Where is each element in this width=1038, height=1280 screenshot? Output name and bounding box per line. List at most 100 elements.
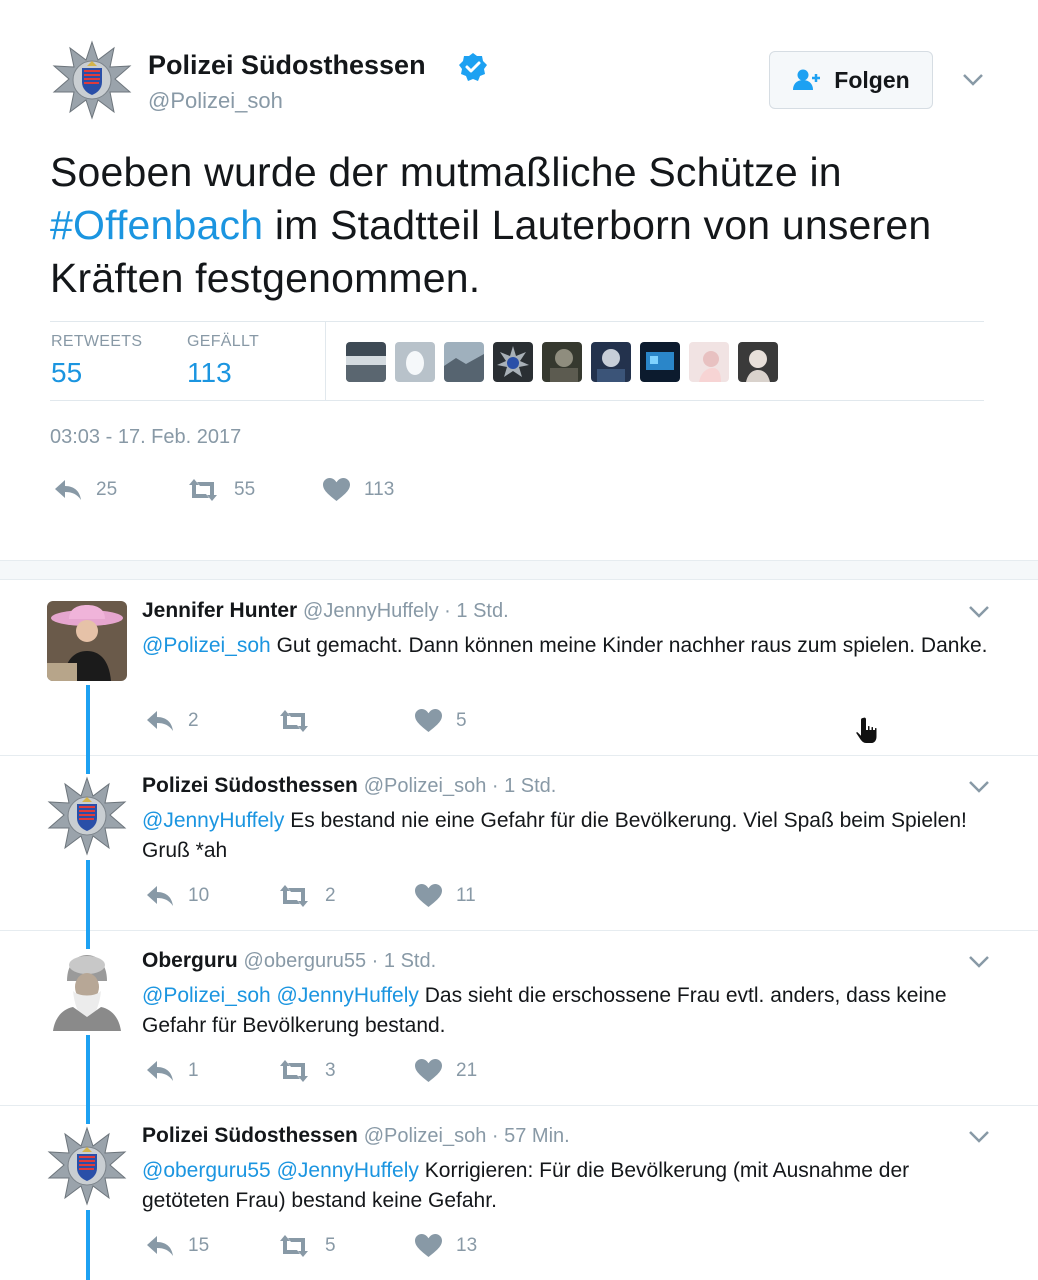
liker-avatar[interactable]: [738, 342, 778, 382]
reply-time[interactable]: 1 Std.: [504, 775, 556, 797]
retweet-count: 5: [325, 1235, 336, 1256]
mention-link[interactable]: @oberguru55 @JennyHuffely: [142, 1159, 419, 1182]
liker-avatar[interactable]: [542, 342, 582, 382]
retweets-count[interactable]: 55: [51, 357, 82, 389]
reply-tweet[interactable]: Oberguru @oberguru55 · 1 Std. @Polizei_s…: [0, 931, 1038, 1106]
reply-author-name[interactable]: Jennifer Hunter: [142, 599, 297, 622]
liker-avatar[interactable]: [493, 342, 533, 382]
follow-label: Folgen: [834, 66, 910, 93]
liker-avatar[interactable]: [346, 342, 386, 382]
reply-action[interactable]: 15: [146, 1234, 209, 1258]
like-count: 113: [364, 479, 395, 500]
reply-text: @JennyHuffely Es bestand nie eine Gefahr…: [142, 806, 1002, 866]
reply-author-avatar[interactable]: [47, 1126, 127, 1206]
thread-connector-line: [86, 860, 90, 931]
retweet-action[interactable]: 3: [277, 1059, 336, 1083]
like-action[interactable]: 113: [323, 478, 394, 502]
like-action[interactable]: 13: [415, 1234, 477, 1258]
mention-link[interactable]: @Polizei_soh @JennyHuffely: [142, 984, 419, 1007]
reply-author-name[interactable]: Polizei Südosthessen: [142, 774, 358, 797]
author-name[interactable]: Polizei Südosthessen: [148, 50, 426, 81]
likes-label: GEFÄLLT: [187, 333, 260, 350]
reply-tweet[interactable]: Polizei Südosthessen @Polizei_soh · 57 M…: [0, 1106, 1038, 1280]
reply-author-name[interactable]: Oberguru: [142, 949, 238, 972]
reply-action[interactable]: 2: [146, 709, 199, 733]
reply-time[interactable]: 1 Std.: [384, 950, 436, 972]
police-star-badge-icon: [47, 776, 127, 856]
reply-text: @Polizei_soh @JennyHuffely Das sieht die…: [142, 981, 1002, 1041]
meta-separator: ·: [486, 1125, 505, 1147]
tweet-timestamp[interactable]: 03:03 - 17. Feb. 2017: [50, 426, 241, 449]
heart-icon: [415, 884, 442, 907]
follow-button[interactable]: Folgen: [769, 51, 933, 109]
retweet-icon: [280, 1235, 308, 1257]
divider: [325, 322, 326, 400]
reply-menu-chevron-down-icon[interactable]: [968, 955, 990, 969]
retweets-label: RETWEETS: [51, 333, 143, 350]
reply-header: Oberguru @oberguru55 · 1 Std.: [142, 949, 436, 973]
retweet-icon: [280, 710, 308, 732]
reply-icon: [147, 886, 173, 906]
reply-count: 10: [188, 885, 210, 906]
like-count: 5: [456, 710, 467, 731]
reply-tweet[interactable]: Polizei Südosthessen @Polizei_soh · 1 St…: [0, 756, 1038, 931]
reply-action[interactable]: 25: [54, 478, 117, 502]
like-action[interactable]: 21: [415, 1059, 477, 1083]
likes-count[interactable]: 113: [187, 357, 232, 389]
reply-author-handle[interactable]: @Polizei_soh: [364, 775, 487, 797]
reply-author-handle[interactable]: @oberguru55: [244, 950, 367, 972]
reply-author-name[interactable]: Polizei Südosthessen: [142, 1124, 358, 1147]
reply-action[interactable]: 1: [146, 1059, 199, 1083]
author-avatar[interactable]: [52, 40, 132, 120]
reply-action[interactable]: 10: [146, 884, 209, 908]
reply-menu-chevron-down-icon[interactable]: [968, 605, 990, 619]
meta-separator: ·: [366, 950, 384, 972]
liker-avatar[interactable]: [591, 342, 631, 382]
reply-header: Polizei Südosthessen @Polizei_soh · 57 M…: [142, 1124, 570, 1148]
reply-header: Jennifer Hunter @JennyHuffely · 1 Std.: [142, 599, 509, 623]
liker-avatar[interactable]: [689, 342, 729, 382]
like-count: 21: [456, 1060, 478, 1081]
reply-author-handle[interactable]: @JennyHuffely: [303, 600, 439, 622]
reply-author-handle[interactable]: @Polizei_soh: [364, 1125, 487, 1147]
thread-connector-line: [86, 931, 90, 949]
reply-time[interactable]: 57 Min.: [504, 1125, 570, 1147]
tweet-menu-chevron-down-icon[interactable]: [962, 73, 984, 87]
retweet-icon: [280, 885, 308, 907]
like-count: 11: [456, 885, 476, 906]
heart-icon: [415, 1059, 442, 1082]
reply-count: 15: [188, 1235, 210, 1256]
like-count: 13: [456, 1235, 478, 1256]
reply-count: 1: [188, 1060, 199, 1081]
reply-menu-chevron-down-icon[interactable]: [968, 1130, 990, 1144]
reply-author-avatar[interactable]: [47, 951, 127, 1031]
reply-author-avatar[interactable]: [47, 776, 127, 856]
liker-avatar[interactable]: [395, 342, 435, 382]
author-handle[interactable]: @Polizei_soh: [148, 88, 283, 114]
reply-icon: [147, 711, 173, 731]
mention-link[interactable]: @Polizei_soh: [142, 634, 271, 657]
meta-separator: ·: [438, 600, 457, 622]
thread-connector-line: [86, 685, 90, 756]
reply-text: @Polizei_soh Gut gemacht. Dann können me…: [142, 631, 1002, 661]
like-action[interactable]: 11: [415, 884, 476, 908]
liker-avatar[interactable]: [444, 342, 484, 382]
reply-icon: [147, 1236, 173, 1256]
retweet-action[interactable]: 5: [277, 1234, 336, 1258]
like-action[interactable]: 5: [415, 709, 467, 733]
retweet-action[interactable]: [277, 709, 325, 733]
retweet-icon: [280, 1060, 308, 1082]
reply-header: Polizei Südosthessen @Polizei_soh · 1 St…: [142, 774, 556, 798]
liker-avatar[interactable]: [640, 342, 680, 382]
reply-count: 2: [188, 710, 199, 731]
tweet-text: Soeben wurde der mutmaßliche Schütze in …: [50, 146, 1010, 305]
retweet-count: 2: [325, 885, 336, 906]
retweet-action[interactable]: 2: [277, 884, 336, 908]
reply-time[interactable]: 1 Std.: [456, 600, 508, 622]
mention-link[interactable]: @JennyHuffely: [142, 809, 284, 832]
retweet-action[interactable]: 55: [186, 478, 255, 502]
reply-menu-chevron-down-icon[interactable]: [968, 780, 990, 794]
thread-connector-line: [86, 756, 90, 774]
hashtag-link[interactable]: #Offenbach: [50, 202, 263, 248]
reply-author-avatar[interactable]: [47, 601, 127, 681]
